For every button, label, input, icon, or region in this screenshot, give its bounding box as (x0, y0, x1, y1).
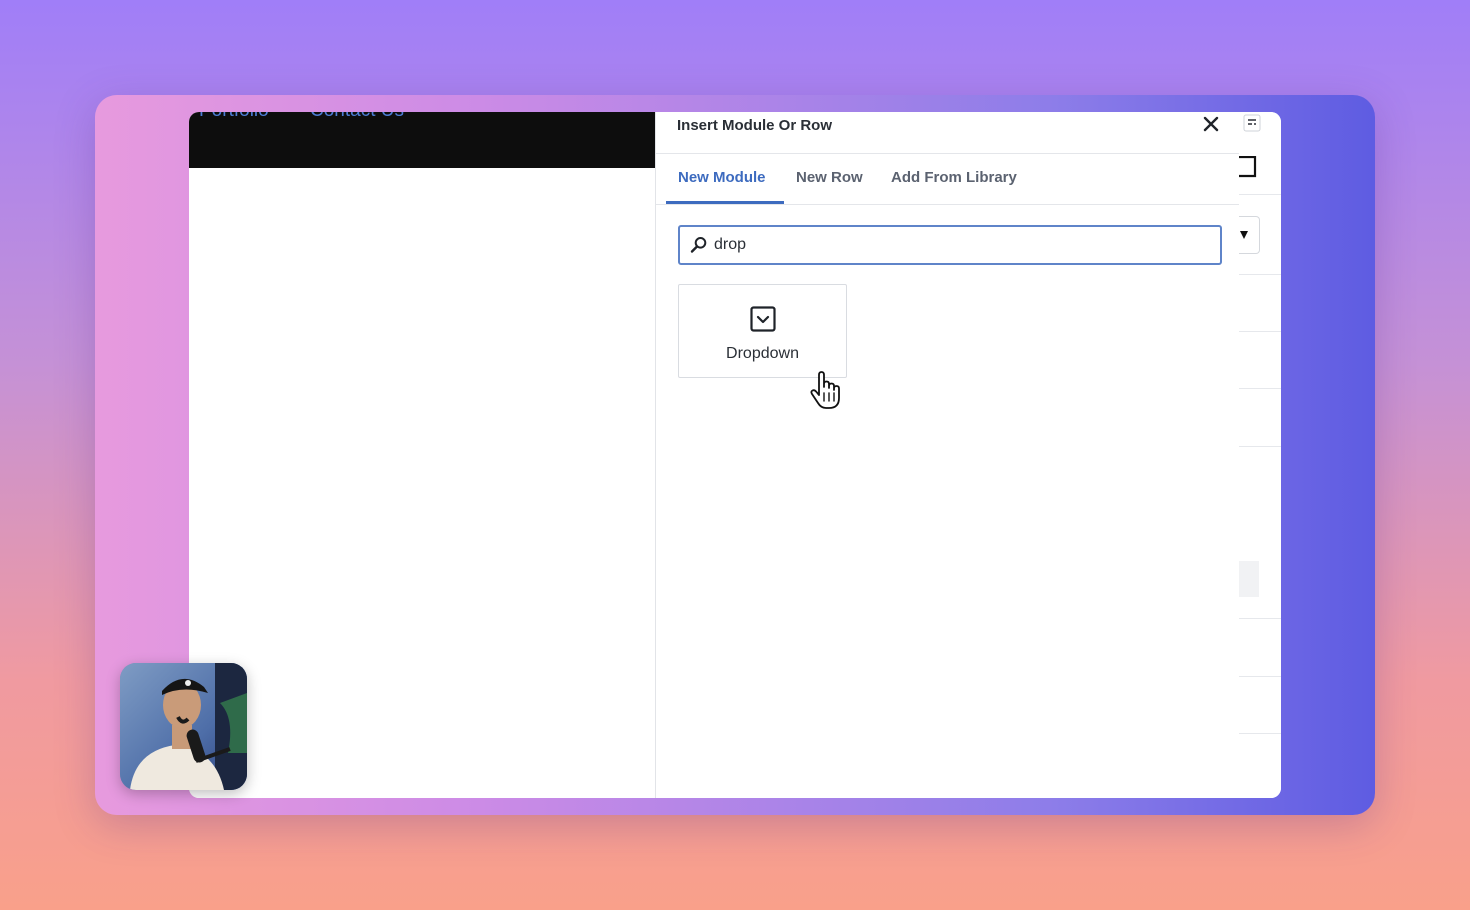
page-canvas (189, 168, 655, 798)
tab-new-module[interactable]: New Module (678, 154, 766, 204)
sidebar-divider (1239, 676, 1281, 677)
site-header: Portfolio Contact Us (189, 112, 655, 168)
webcam-overlay (120, 663, 247, 790)
sidebar-divider (1239, 618, 1281, 619)
nav-link-contact-us[interactable]: Contact Us (310, 112, 404, 122)
module-card-label: Dropdown (726, 345, 799, 362)
tab-new-row[interactable]: New Row (796, 154, 863, 204)
module-card-dropdown[interactable]: Dropdown (678, 284, 847, 378)
module-search (678, 225, 1222, 265)
close-button[interactable] (1197, 112, 1225, 138)
settings-sidebar (1239, 112, 1281, 798)
nav-link-portfolio[interactable]: Portfolio (199, 112, 269, 122)
responsive-preview-icon[interactable] (1239, 156, 1257, 178)
tab-add-from-library[interactable]: Add From Library (891, 154, 1017, 204)
sidebar-divider (1239, 274, 1281, 275)
pointer-hand-icon (810, 371, 840, 409)
sidebar-divider (1239, 446, 1281, 447)
sidebar-divider (1239, 733, 1281, 734)
settings-toggle-icon[interactable] (1243, 114, 1261, 132)
insert-module-panel: Insert Module Or Row New Module New Row … (655, 112, 1241, 798)
panel-title: Insert Module Or Row (677, 117, 833, 134)
sidebar-field[interactable] (1239, 561, 1259, 597)
search-icon (690, 237, 707, 253)
sidebar-select[interactable] (1239, 216, 1260, 254)
chevron-down-icon (1240, 231, 1248, 239)
active-tab-indicator (666, 201, 784, 204)
sidebar-divider (1239, 331, 1281, 332)
panel-tabs: New Module New Row Add From Library (656, 154, 1240, 205)
editor-window: Portfolio Contact Us Insert Module Or Ro… (189, 112, 1281, 798)
presenter-video (120, 663, 247, 790)
sidebar-divider (1239, 194, 1281, 195)
search-input[interactable] (714, 227, 1204, 263)
close-icon (1203, 116, 1219, 132)
dropdown-icon (750, 306, 776, 332)
sidebar-divider (1239, 388, 1281, 389)
